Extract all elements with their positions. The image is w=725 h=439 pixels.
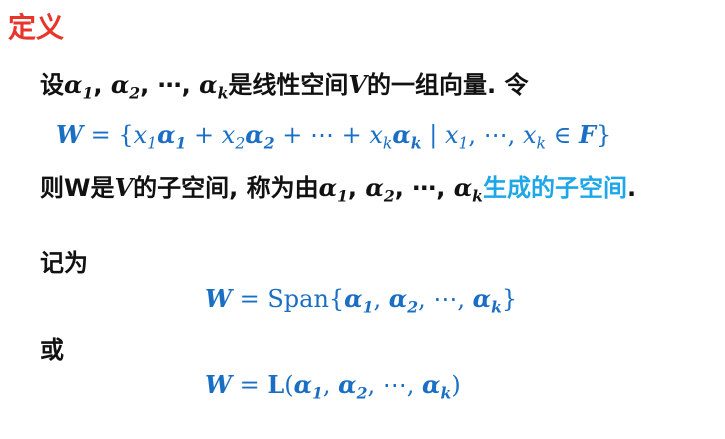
notation-label: 记为	[40, 249, 88, 277]
alpha-2: α2	[110, 70, 141, 103]
ellipsis: ⋯	[309, 121, 334, 149]
ellipsis: ⋯	[483, 121, 508, 149]
comma: ,	[468, 121, 484, 149]
alpha-k: αk	[453, 173, 483, 206]
ellipsis: ⋯	[382, 371, 407, 399]
equals: =	[231, 371, 268, 399]
comma: ,	[394, 174, 404, 202]
alpha-1: α1	[318, 173, 348, 206]
l-formula: W = L(α1, α2, ⋯, αk)	[205, 370, 461, 403]
x-2: x2	[221, 121, 246, 153]
comma: ,	[181, 71, 191, 99]
text-segment: 是线性空间	[228, 71, 349, 99]
text-segment: 的一组向量. 令	[367, 71, 529, 99]
set-definition-formula: W = {x1α1 + x2α2 + ⋯ + xkαk | x1, ⋯, xk …	[56, 120, 612, 153]
alpha-2: α2	[388, 284, 419, 317]
alpha-k: αk	[422, 370, 452, 403]
comma: ,	[436, 174, 446, 202]
symbol-w: W	[56, 120, 83, 149]
period: .	[626, 174, 637, 202]
ellipsis: ⋯	[157, 71, 182, 99]
plus: +	[333, 121, 370, 149]
comma: ,	[367, 371, 383, 399]
alpha-2: α2	[365, 173, 395, 206]
ellipsis: ⋯	[433, 285, 458, 313]
ellipsis: ⋯	[412, 174, 437, 202]
highlighted-term: 生成的子空间	[482, 174, 627, 202]
section-title: 定义	[8, 11, 65, 44]
close-brace: }	[501, 285, 518, 313]
symbol-w: W	[205, 284, 232, 313]
alpha-1: α1	[157, 120, 187, 153]
bar: |	[421, 121, 445, 149]
open-paren: (	[284, 371, 294, 399]
comma: ,	[406, 371, 423, 399]
symbol-w: W	[205, 370, 232, 399]
comma: ,	[93, 71, 103, 99]
text-segment: 的子空间, 称为由	[133, 174, 319, 202]
alpha-2: α2	[338, 370, 368, 403]
space-v: V	[348, 70, 368, 99]
comma: ,	[507, 121, 523, 149]
alpha-k: αk	[199, 70, 229, 103]
alpha-k: αk	[472, 284, 502, 317]
comma: ,	[457, 285, 473, 313]
span-formula: W = Span{α1, α2, ⋯, αk}	[205, 284, 518, 317]
space-v: V	[114, 173, 134, 202]
alpha-2: α2	[245, 120, 275, 153]
comma: ,	[418, 285, 434, 313]
x-k: xk	[369, 121, 393, 153]
comma: ,	[373, 285, 389, 313]
alpha-1: α1	[64, 70, 94, 103]
span-open: Span{	[267, 285, 345, 313]
equals: =	[231, 285, 268, 313]
element-of: ∈	[545, 121, 579, 149]
x-1: x1	[133, 121, 158, 153]
comma: ,	[347, 174, 358, 202]
field-f: F	[578, 120, 597, 149]
alpha-1: α1	[293, 370, 323, 403]
definition-line-1: 设α1, α2, ⋯, αk是线性空间V的一组向量. 令	[40, 70, 529, 103]
definition-line-3: 则W是V的子空间, 称为由α1, α2, ⋯, αk生成的子空间.	[40, 173, 637, 206]
or-label: 或	[40, 336, 64, 364]
equals-open-brace: = {	[82, 121, 134, 149]
x-k: xk	[522, 121, 546, 153]
text-segment: 则W是	[40, 174, 115, 202]
plus: +	[274, 121, 310, 149]
alpha-k: αk	[392, 120, 422, 153]
comma: ,	[140, 71, 150, 99]
close-brace: }	[596, 121, 612, 149]
text-segment: 设	[40, 71, 64, 99]
comma: ,	[322, 371, 339, 399]
close-paren: )	[451, 371, 461, 399]
plus: +	[186, 121, 222, 149]
alpha-1: α1	[344, 284, 374, 317]
symbol-l: L	[267, 370, 285, 399]
x-1: x1	[444, 121, 469, 153]
